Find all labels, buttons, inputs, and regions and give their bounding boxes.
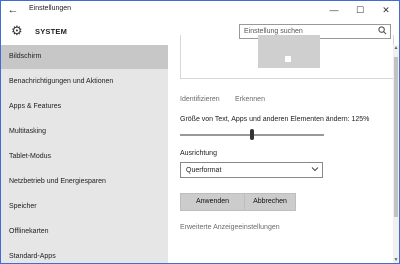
scale-slider[interactable]: [180, 129, 324, 141]
advanced-display-settings-link[interactable]: Erweiterte Anzeigeeinstellungen: [180, 224, 280, 231]
sidebar-item-label: Offlinekarten: [9, 228, 49, 235]
sidebar-item-multitasking[interactable]: Multitasking: [1, 120, 168, 144]
scrollbar[interactable]: ▲ ▼: [393, 45, 399, 263]
back-arrow-icon[interactable]: ←: [5, 2, 21, 18]
sidebar-item-label: Multitasking: [9, 128, 46, 135]
scroll-up-icon[interactable]: ▲: [393, 45, 399, 53]
sidebar-item-label: Apps & Features: [9, 103, 62, 110]
gear-icon: ⚙: [11, 23, 23, 38]
scrollbar-thumb[interactable]: [394, 57, 398, 217]
sidebar-item-tablet-modus[interactable]: Tablet-Modus: [1, 145, 168, 169]
sidebar-item-label: Bildschirm: [9, 53, 42, 60]
sidebar: Bildschirm Benachrichtigungen und Aktion…: [1, 45, 168, 263]
orientation-value: Querformat: [186, 167, 222, 174]
sidebar-item-benachrichtigungen[interactable]: Benachrichtigungen und Aktionen: [1, 70, 168, 94]
sidebar-item-netzbetrieb[interactable]: Netzbetrieb und Energiesparen: [1, 170, 168, 194]
scroll-down-icon[interactable]: ▼: [393, 257, 399, 263]
close-button[interactable]: ✕: [373, 1, 399, 19]
sidebar-item-label: Netzbetrieb und Energiesparen: [9, 178, 106, 185]
identify-link[interactable]: Identifizieren: [180, 96, 220, 103]
sidebar-item-label: Tablet-Modus: [9, 153, 52, 160]
monitor-icon: [285, 56, 291, 62]
page-title: SYSTEM: [35, 27, 68, 36]
scale-label: Größe von Text, Apps und anderen Element…: [180, 116, 370, 123]
sidebar-item-label: Benachrichtigungen und Aktionen: [9, 78, 114, 85]
orientation-select[interactable]: Querformat: [180, 162, 323, 178]
settings-window: ← Einstellungen — ☐ ✕ ⚙ SYSTEM Einstellu…: [0, 0, 400, 264]
orientation-label: Ausrichtung: [180, 150, 217, 157]
sidebar-item-speicher[interactable]: Speicher: [1, 195, 168, 219]
apply-button[interactable]: Anwenden: [180, 193, 245, 211]
maximize-button[interactable]: ☐: [347, 1, 373, 19]
chevron-down-icon: [311, 165, 319, 175]
display-preview[interactable]: [258, 35, 320, 68]
sidebar-item-standard-apps[interactable]: Standard-Apps: [1, 245, 168, 263]
main-content: Identifizieren Erkennen Größe von Text, …: [168, 35, 399, 263]
sidebar-item-label: Standard-Apps: [9, 253, 56, 260]
sidebar-item-bildschirm[interactable]: Bildschirm: [1, 45, 168, 69]
slider-thumb[interactable]: [250, 129, 254, 140]
sidebar-item-label: Speicher: [9, 203, 37, 210]
window-title: Einstellungen: [29, 5, 72, 12]
sidebar-item-apps-features[interactable]: Apps & Features: [1, 95, 168, 119]
title-bar: ← Einstellungen — ☐ ✕: [1, 1, 399, 19]
minimize-button[interactable]: —: [321, 1, 347, 19]
search-placeholder: Einstellung suchen: [244, 28, 303, 35]
cancel-button[interactable]: Abbrechen: [244, 193, 296, 211]
sidebar-item-offlinekarten[interactable]: Offlinekarten: [1, 220, 168, 244]
detect-link[interactable]: Erkennen: [235, 96, 265, 103]
